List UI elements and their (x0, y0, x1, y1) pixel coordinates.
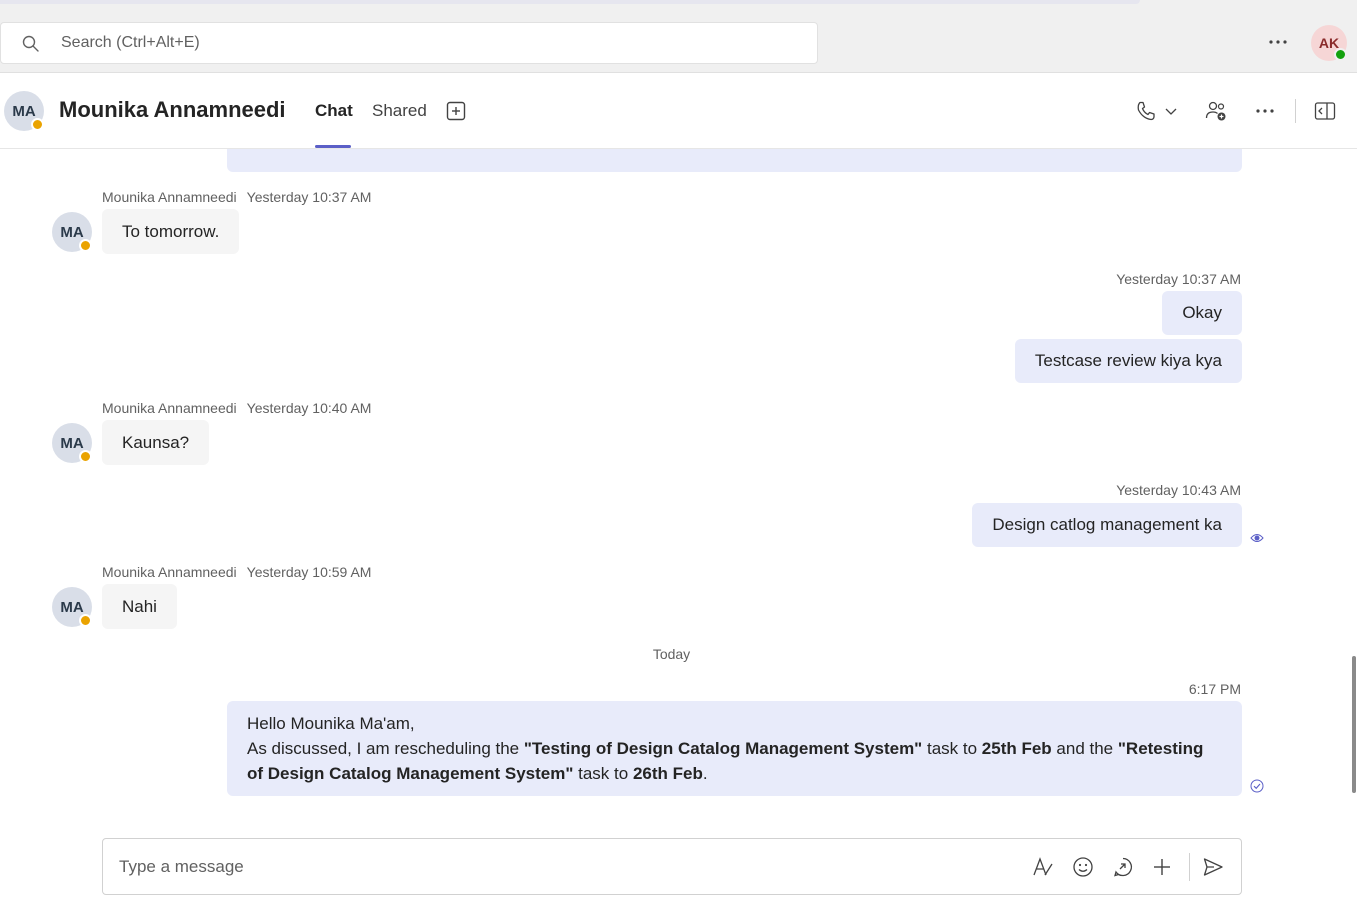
active-tab-indicator (315, 145, 351, 148)
message-bubble[interactable]: Nahi (102, 584, 177, 629)
sender-name: Mounika Annamneedi (102, 564, 237, 580)
message-bubble[interactable]: Design catlog management ka (972, 503, 1242, 547)
message-time: Yesterday 10:59 AM (246, 564, 372, 580)
call-icon[interactable] (1134, 99, 1158, 123)
chat-header: MA Mounika Annamneedi Chat Shared (0, 73, 1357, 149)
message-bubble[interactable]: Hello Mounika Ma'am, As discussed, I am … (227, 701, 1242, 796)
message-bubble[interactable]: Okay (1162, 291, 1242, 335)
away-status-icon (79, 239, 92, 252)
away-status-icon (79, 450, 92, 463)
format-icon[interactable] (1031, 855, 1055, 879)
message-input[interactable] (119, 855, 999, 879)
more-options-icon[interactable] (1253, 99, 1277, 123)
more-options-icon[interactable] (1262, 30, 1294, 54)
composer-divider (1189, 853, 1190, 881)
search-input[interactable] (61, 31, 761, 55)
chevron-down-icon[interactable] (1163, 103, 1179, 119)
sender-name: Mounika Annamneedi (102, 189, 237, 205)
previous-message-bubble[interactable] (227, 149, 1242, 172)
sent-check-icon (1250, 779, 1264, 793)
message-bubble[interactable]: To tomorrow. (102, 209, 240, 254)
contact-name: Mounika Annamneedi (59, 97, 286, 122)
message-time: 6:17 PM (1188, 681, 1241, 697)
top-bar: AK (0, 0, 1357, 73)
message-header: Mounika Annamneedi Yesterday 10:37 AM (102, 189, 371, 205)
sender-name: Mounika Annamneedi (102, 400, 237, 416)
message-time: Yesterday 10:43 AM (1116, 482, 1241, 498)
add-icon[interactable] (1150, 855, 1174, 879)
message-greeting: Hello Mounika Ma'am, (247, 714, 415, 733)
open-panel-icon[interactable] (1313, 99, 1337, 123)
send-icon[interactable] (1201, 855, 1225, 879)
message-header: Mounika Annamneedi Yesterday 10:59 AM (102, 564, 371, 580)
header-divider (1295, 99, 1296, 123)
message-bubble[interactable]: Kaunsa? (102, 420, 210, 465)
tab-shared[interactable]: Shared (372, 101, 427, 121)
message-bubble[interactable]: Testcase review kiya kya (1014, 339, 1242, 383)
away-status-icon (79, 614, 92, 627)
loop-component-icon[interactable] (1111, 855, 1135, 879)
away-status-icon (31, 118, 44, 131)
search-icon (22, 35, 39, 52)
message-time: Yesterday 10:37 AM (246, 189, 372, 205)
message-time: Yesterday 10:40 AM (246, 400, 372, 416)
search-box[interactable] (0, 22, 818, 64)
emoji-icon[interactable] (1071, 855, 1095, 879)
add-tab-icon[interactable] (444, 99, 468, 123)
tab-chat[interactable]: Chat (315, 101, 353, 121)
message-time: Yesterday 10:37 AM (1116, 271, 1241, 287)
seen-icon (1250, 534, 1264, 542)
message-header: Mounika Annamneedi Yesterday 10:40 AM (102, 400, 371, 416)
scrollbar-thumb[interactable] (1352, 656, 1356, 793)
day-separator: Today (652, 646, 691, 662)
message-body: As discussed, I am rescheduling the "Tes… (247, 739, 1204, 783)
available-status-icon (1334, 48, 1347, 61)
top-strip (0, 0, 1140, 4)
message-composer[interactable] (102, 838, 1242, 895)
add-people-icon[interactable] (1204, 99, 1228, 123)
